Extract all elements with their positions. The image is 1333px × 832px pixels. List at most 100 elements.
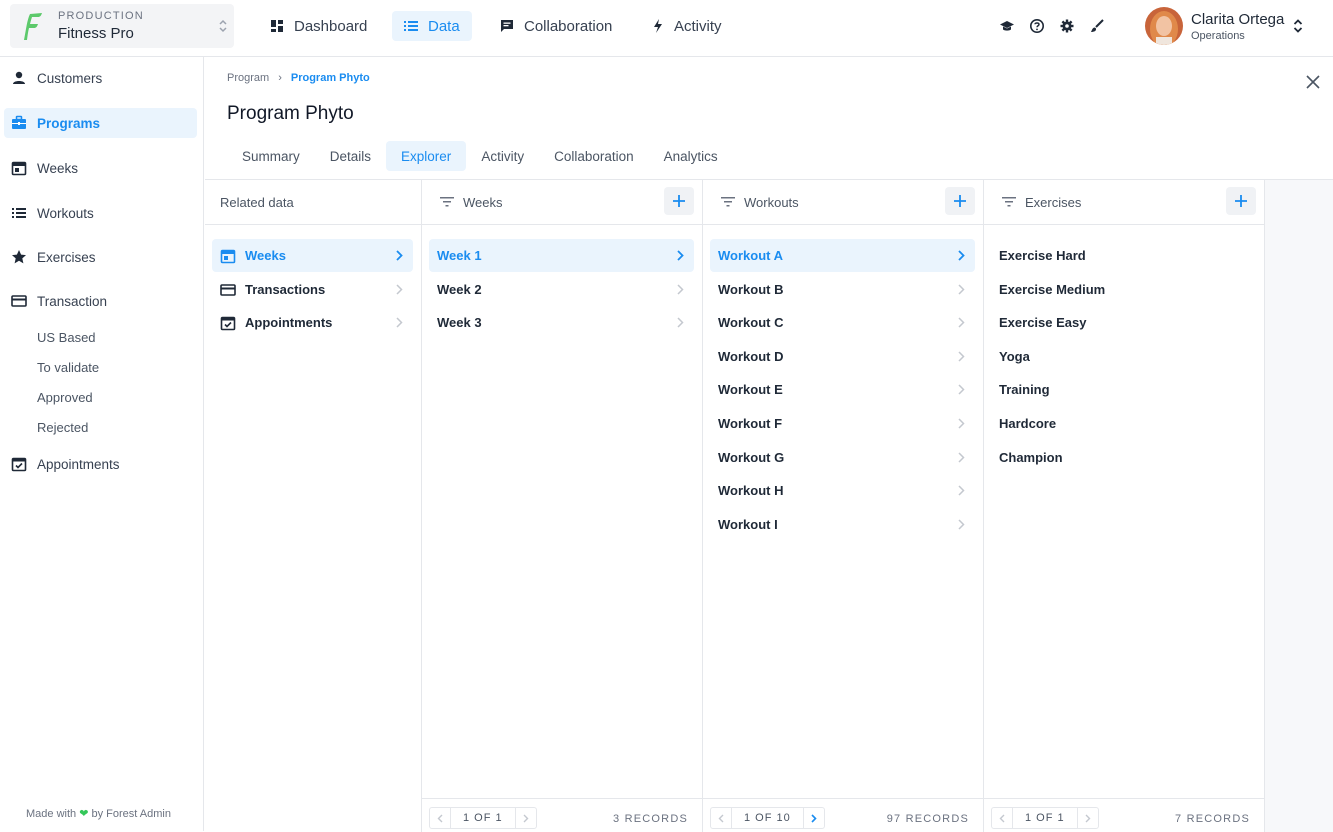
list-item[interactable]: Training [991,373,1256,406]
add-exercise-button[interactable] [1226,187,1256,215]
tab-activity[interactable]: Activity [466,141,539,171]
chevron-right-icon [958,250,965,261]
tab-explorer[interactable]: Explorer [386,141,467,171]
list-item[interactable]: Workout C [710,306,975,339]
footer-suffix: by Forest Admin [91,808,171,820]
list-item[interactable]: Exercise Medium [991,273,1256,306]
column-header: Exercises [984,180,1264,225]
related-item-weeks[interactable]: Weeks [212,239,413,272]
list-item[interactable]: Exercise Hard [991,239,1256,272]
chevron-right-icon [958,519,965,530]
nav-data[interactable]: Data [392,11,472,41]
nav-dashboard[interactable]: Dashboard [258,11,379,41]
related-item-appointments[interactable]: Appointments [212,306,413,339]
list-item[interactable]: Workout H [710,474,975,507]
related-data-column: Related data Weeks Transactions Appointm… [205,180,422,832]
add-week-button[interactable] [664,187,694,215]
close-icon[interactable] [1306,75,1320,89]
list-item[interactable]: Workout G [710,441,975,474]
breadcrumb: Program › Program Phyto [227,72,370,84]
gear-icon[interactable] [1059,18,1075,34]
list-item[interactable]: Workout F [710,407,975,440]
chevron-right-icon [958,452,965,463]
graduation-cap-icon[interactable] [999,18,1015,34]
project-environment: PRODUCTION [58,10,144,22]
next-page-button[interactable] [516,808,536,828]
pagination: 1 OF 10 [710,807,825,829]
filter-icon[interactable] [1002,197,1016,207]
sidebar-item-transaction[interactable]: Transaction [4,286,197,316]
related-item-transactions[interactable]: Transactions [212,273,413,306]
calendar-check-icon [220,316,236,330]
sidebar-item-appointments[interactable]: Appointments [4,449,197,479]
list-item[interactable]: Champion [991,441,1256,474]
user-avatar[interactable] [1145,7,1183,45]
sidebar-item-workouts[interactable]: Workouts [4,198,197,228]
sidebar-item-label: Transaction [37,293,108,309]
list-item[interactable]: Week 3 [429,306,694,339]
column-footer: 1 OF 10 97 RECORDS [703,798,983,832]
list-item-label: Yoga [999,348,1030,364]
chevron-right-icon [811,813,817,823]
list-item[interactable]: Hardcore [991,407,1256,440]
add-workout-button[interactable] [945,187,975,215]
chevron-right-icon [1085,814,1091,822]
project-name: Fitness Pro [58,25,134,42]
list-item[interactable]: Workout I [710,508,975,541]
list-item[interactable]: Exercise Easy [991,306,1256,339]
tab-summary[interactable]: Summary [227,141,315,171]
user-name[interactable]: Clarita Ortega [1191,11,1284,28]
list-item-label: Exercise Medium [999,281,1106,297]
help-icon[interactable] [1029,18,1045,34]
chevron-right-icon [958,317,965,328]
prev-page-button[interactable] [992,808,1012,828]
tab-collaboration[interactable]: Collaboration [539,141,649,171]
sidebar-item-customers[interactable]: Customers [4,63,197,93]
sidebar-segment-to-validate[interactable]: To validate [37,360,99,375]
next-page-button[interactable] [1078,808,1098,828]
chevron-up-down-icon[interactable] [1293,16,1303,36]
column-title: Weeks [463,194,503,210]
list-item[interactable]: Yoga [991,340,1256,373]
card-icon [220,283,236,296]
tab-analytics[interactable]: Analytics [649,141,733,171]
sidebar-item-programs[interactable]: Programs [4,108,197,138]
sidebar-item-weeks[interactable]: Weeks [4,153,197,183]
calendar-icon [220,249,236,263]
sidebar-segment-rejected[interactable]: Rejected [37,420,88,435]
column-title: Related data [220,194,294,210]
filter-icon[interactable] [440,197,454,207]
column-footer: 1 OF 1 3 RECORDS [422,798,702,832]
chevron-right-icon [677,317,684,328]
list-item[interactable]: Workout A [710,239,975,272]
list-item[interactable]: Week 1 [429,239,694,272]
chevron-right-icon [958,351,965,362]
plus-icon [1235,195,1247,207]
tab-details[interactable]: Details [315,141,386,171]
list-item[interactable]: Week 2 [429,273,694,306]
workouts-column: Workouts Workout A Workout B Workout C Work… [703,180,984,832]
list-item-label: Champion [999,449,1063,465]
prev-page-button[interactable] [430,808,450,828]
list-item[interactable]: Workout D [710,340,975,373]
list-item-label: Workout A [718,248,783,263]
project-switcher[interactable]: PRODUCTION Fitness Pro [10,4,234,48]
brush-icon[interactable] [1089,18,1105,34]
nav-collaboration[interactable]: Collaboration [488,11,624,41]
column-header: Related data [205,180,421,225]
list-item-label: Week 2 [437,281,482,297]
sidebar-item-exercises[interactable]: Exercises [4,242,197,272]
next-page-button[interactable] [804,808,824,828]
sidebar-segment-us-based[interactable]: US Based [37,330,96,345]
filter-icon[interactable] [721,197,735,207]
list-item[interactable]: Workout B [710,273,975,306]
list-item[interactable]: Workout E [710,373,975,406]
made-with-footer[interactable]: Made with ❤ by Forest Admin [26,807,171,820]
sidebar-segment-approved[interactable]: Approved [37,390,93,405]
chevron-right-icon [958,384,965,395]
breadcrumb-parent[interactable]: Program [227,72,269,84]
list-item-label: Workout D [718,348,784,364]
prev-page-button[interactable] [711,808,731,828]
nav-activity[interactable]: Activity [640,11,734,41]
column-header: Weeks [422,180,702,225]
